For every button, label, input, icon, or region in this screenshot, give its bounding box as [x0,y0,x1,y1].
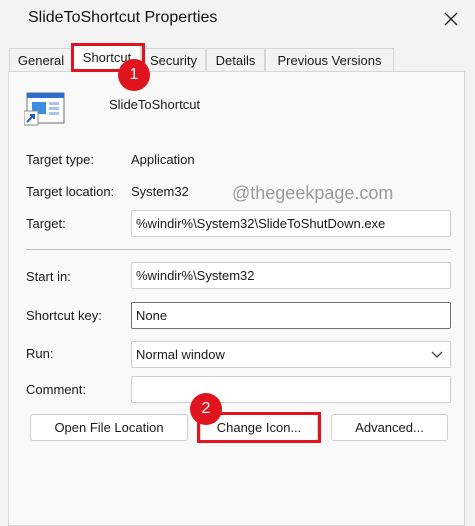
close-icon[interactable] [440,8,462,30]
open-file-location-button[interactable]: Open File Location [30,414,188,441]
tab-general[interactable]: General [9,48,73,72]
shortcut-key-field[interactable]: None [131,302,451,329]
window-title: SlideToShortcut Properties [28,9,218,26]
target-location-value: System32 [131,184,189,199]
step-1-badge: 1 [118,59,150,91]
shortcut-key-label: Shortcut key: [26,308,102,323]
tab-previous-versions[interactable]: Previous Versions [265,48,394,72]
start-in-field[interactable]: %windir%\System32 [131,262,451,289]
tab-security[interactable]: Security [141,48,206,72]
shortcut-name: SlideToShortcut [109,97,201,112]
title-bar: SlideToShortcut Properties [0,0,475,40]
run-select[interactable]: Normal window [131,341,451,368]
step-2-badge: 2 [190,393,222,425]
divider [26,249,451,250]
target-field[interactable]: %windir%\System32\SlideToShutDown.exe [131,210,451,237]
shortcut-panel [8,71,465,526]
chevron-down-icon [431,351,443,358]
target-type-label: Target type: [26,152,94,167]
target-type-value: Application [131,152,195,167]
watermark: @thegeekpage.com [232,183,394,203]
run-select-value: Normal window [136,347,225,362]
tab-details[interactable]: Details [206,48,265,72]
comment-label: Comment: [26,382,86,397]
start-in-label: Start in: [26,269,71,284]
comment-field[interactable] [131,376,451,403]
target-location-label: Target location: [26,184,115,199]
run-label: Run: [26,346,54,361]
advanced-button[interactable]: Advanced... [331,414,448,441]
shortcut-app-icon [24,92,65,126]
target-label: Target: [26,216,66,231]
